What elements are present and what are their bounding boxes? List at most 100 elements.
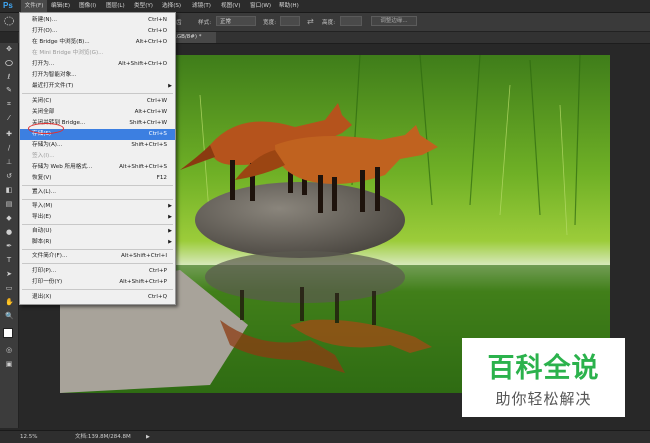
- menu-item-label: 关闭(C): [32, 98, 52, 104]
- menu-item-label: 打印一份(Y): [32, 279, 63, 285]
- refine-edge-button[interactable]: 调整边缘...: [371, 16, 417, 26]
- move-tool-icon[interactable]: ✥: [5, 46, 13, 53]
- menu-layer[interactable]: 图层(L): [106, 0, 125, 12]
- menu-item-label: 退出(X): [32, 294, 52, 300]
- menu-item-scripts[interactable]: 脚本(R) ▶: [20, 237, 175, 248]
- menu-item-label: 存储为(A)...: [32, 142, 63, 148]
- document-tab[interactable]: RGB/8#) *: [171, 32, 216, 43]
- zoom-tool-icon[interactable]: 🔍: [5, 313, 14, 320]
- menu-select[interactable]: 选择(S): [162, 0, 181, 12]
- menu-filter[interactable]: 滤镜(T): [192, 0, 211, 12]
- menu-image[interactable]: 图像(I): [79, 0, 96, 12]
- menu-item-automate[interactable]: 自动(U) ▶: [20, 226, 175, 237]
- menu-separator: [22, 93, 173, 94]
- menu-file[interactable]: 文件(F): [21, 0, 47, 12]
- menu-item-label: 新建(N)...: [32, 17, 58, 23]
- menu-item-import[interactable]: 导入(M) ▶: [20, 201, 175, 212]
- path-select-tool-icon[interactable]: ➤: [5, 271, 13, 278]
- menu-item-browse-bridge[interactable]: 在 Bridge 中浏览(B)... Alt+Ctrl+O: [20, 37, 175, 48]
- submenu-arrow-icon: ▶: [168, 203, 172, 209]
- submenu-arrow-icon: ▶: [168, 228, 172, 234]
- menu-item-export[interactable]: 导出(E) ▶: [20, 212, 175, 223]
- toolbox: ✥ ℓ ✎ ⌗ ⁄ ✚ ∕ ⊥ ↺ ◧ ▤ ◆ ● ✒ T ➤ ▭ ✋ 🔍 ◎ …: [0, 43, 19, 428]
- menu-item-open-as[interactable]: 打开为... Alt+Shift+Ctrl+O: [20, 59, 175, 70]
- menu-item-print[interactable]: 打印(P)... Ctrl+P: [20, 266, 175, 277]
- menu-separator: [22, 185, 173, 186]
- highlight-annotation-circle: [28, 123, 64, 134]
- healing-brush-tool-icon[interactable]: ✚: [5, 131, 13, 138]
- menu-separator: [22, 249, 173, 250]
- status-bar: 12.5% 文档:139.8M/284.8M ▶: [0, 430, 650, 443]
- menu-item-save-for-web[interactable]: 存储为 Web 所用格式... Alt+Shift+Ctrl+S: [20, 162, 175, 173]
- blur-tool-icon[interactable]: ◆: [5, 215, 13, 222]
- quick-select-tool-icon[interactable]: ✎: [5, 87, 13, 94]
- submenu-arrow-icon: ▶: [168, 83, 172, 89]
- dodge-tool-icon[interactable]: ●: [5, 229, 13, 236]
- menu-item-close[interactable]: 关闭(C) Ctrl+W: [20, 96, 175, 107]
- quick-mask-icon[interactable]: ◎: [5, 347, 13, 354]
- menu-item-print-one-copy[interactable]: 打印一份(Y) Alt+Shift+Ctrl+P: [20, 277, 175, 288]
- menu-help[interactable]: 帮助(H): [279, 0, 299, 12]
- menu-item-shortcut: Ctrl+S: [148, 131, 167, 137]
- style-select[interactable]: 正常: [216, 16, 256, 26]
- menu-item-close-all[interactable]: 关闭全部 Alt+Ctrl+W: [20, 107, 175, 118]
- menu-item-shortcut: Ctrl+P: [148, 268, 167, 274]
- eyedropper-tool-icon[interactable]: ⁄: [5, 115, 13, 122]
- menu-separator: [22, 263, 173, 264]
- menu-item-shortcut: Alt+Ctrl+O: [135, 39, 167, 45]
- menu-item-place[interactable]: 置入(L)...: [20, 187, 175, 198]
- width-label: 宽度:: [263, 20, 277, 26]
- photoshop-logo: Ps: [3, 1, 13, 10]
- menu-item-open-smart-object[interactable]: 打开为智能对象...: [20, 70, 175, 81]
- menu-item-shortcut: Alt+Shift+Ctrl+O: [118, 61, 167, 67]
- menu-item-shortcut: Ctrl+W: [146, 98, 167, 104]
- menu-item-label: 导入(M): [32, 203, 53, 209]
- crop-tool-icon[interactable]: ⌗: [5, 101, 13, 108]
- width-input[interactable]: [280, 16, 300, 26]
- menu-item-browse-mini-bridge: 在 Mini Bridge 中浏览(G)...: [20, 48, 175, 59]
- menu-separator: [22, 224, 173, 225]
- pen-tool-icon[interactable]: ✒: [5, 243, 13, 250]
- menu-item-shortcut: Alt+Shift+Ctrl+S: [119, 164, 167, 170]
- menu-item-new[interactable]: 新建(N)... Ctrl+N: [20, 15, 175, 26]
- menu-view[interactable]: 视图(V): [221, 0, 240, 12]
- menu-item-shortcut: Shift+Ctrl+S: [131, 142, 167, 148]
- zoom-level[interactable]: 12.5%: [20, 431, 37, 443]
- status-menu-arrow-icon[interactable]: ▶: [146, 431, 150, 443]
- watermark-subtitle: 助你轻松解决: [495, 390, 592, 408]
- menu-edit[interactable]: 编辑(E): [51, 0, 70, 12]
- menu-item-revert[interactable]: 恢复(V) F12: [20, 173, 175, 184]
- watermark-badge: 百科全说 助你轻松解决: [462, 338, 625, 417]
- gradient-tool-icon[interactable]: ▤: [5, 201, 13, 208]
- type-tool-icon[interactable]: T: [5, 257, 13, 264]
- height-input[interactable]: [340, 16, 362, 26]
- menu-item-save-as[interactable]: 存储为(A)... Shift+Ctrl+S: [20, 140, 175, 151]
- watermark-title: 百科全说: [487, 353, 600, 384]
- menu-item-recent-files[interactable]: 最近打开文件(T) ▶: [20, 81, 175, 92]
- marquee-preset-icon[interactable]: [3, 15, 15, 27]
- menu-item-open[interactable]: 打开(O)... Ctrl+O: [20, 26, 175, 37]
- menu-item-label: 文件简介(F)...: [32, 253, 68, 259]
- antialias-label: 齿: [176, 20, 182, 26]
- history-brush-tool-icon[interactable]: ↺: [5, 173, 13, 180]
- menu-item-file-info[interactable]: 文件简介(F)... Alt+Shift+Ctrl+I: [20, 251, 175, 262]
- menu-type[interactable]: 类型(Y): [134, 0, 153, 12]
- menu-item-label: 脚本(R): [32, 239, 52, 245]
- foreground-color-swatch[interactable]: [3, 328, 13, 338]
- file-menu-dropdown: 新建(N)... Ctrl+N 打开(O)... Ctrl+O 在 Bridge 中…: [19, 12, 176, 305]
- menu-item-label: 自动(U): [32, 228, 52, 234]
- clone-stamp-tool-icon[interactable]: ⊥: [5, 159, 13, 166]
- menu-item-check-in: 签入(I)...: [20, 151, 175, 162]
- lasso-tool-icon[interactable]: ℓ: [5, 74, 13, 81]
- menu-item-label: 签入(I)...: [32, 153, 55, 159]
- marquee-tool-icon[interactable]: [5, 60, 13, 66]
- menu-item-exit[interactable]: 退出(X) Ctrl+Q: [20, 292, 175, 303]
- eraser-tool-icon[interactable]: ◧: [5, 187, 13, 194]
- hand-tool-icon[interactable]: ✋: [5, 299, 14, 306]
- screen-mode-icon[interactable]: ▣: [5, 361, 13, 368]
- menu-item-label: 打开为智能对象...: [32, 72, 77, 78]
- swap-icon[interactable]: ⇄: [307, 17, 316, 26]
- menu-window[interactable]: 窗口(W): [250, 0, 271, 12]
- shape-tool-icon[interactable]: ▭: [5, 285, 13, 292]
- brush-tool-icon[interactable]: ∕: [5, 145, 13, 152]
